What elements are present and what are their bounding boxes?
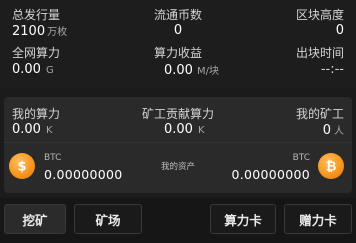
hashrate-income-value: 0.00 M/块 [164,62,219,78]
my-hashrate-label: 我的算力 [12,107,61,121]
tab-hashrate-card[interactable]: 算力卡 [210,204,276,234]
asset-right-value: 0.00000000 [231,167,310,182]
panel-divider [4,142,352,143]
circulating-label: 流通币数 [153,8,202,22]
hashrate-income-label: 算力收益 [153,46,202,60]
my-miners-label: 我的矿工 [295,107,344,121]
tab-farm[interactable]: 矿场 [74,204,142,234]
svg-text:$: $ [17,160,26,175]
total-issued-value: 2100 万枚 [12,23,67,39]
total-issued-label: 总发行量 [12,8,61,22]
block-height-value: 0 [335,23,344,38]
hashrate-income-number: 0.00 [164,63,193,78]
my-miners-number: 0 [322,123,331,138]
tab-mine[interactable]: 挖矿 [4,204,66,234]
asset-right-currency: BTC [292,153,310,163]
network-hashrate-unit: G [45,65,54,76]
my-hashrate-unit: K [45,125,53,136]
bitcoin-icon: $ [9,153,35,179]
tab-gift-card[interactable]: 赠力卡 [284,204,352,234]
my-miners-unit: 人 [334,126,344,137]
network-hashrate-value: 0.00 G [12,62,54,77]
network-hashrate-number: 0.00 [12,62,41,77]
my-assets-label: 我的资产 [160,162,195,172]
contrib-hashrate-number: 0.00 [164,122,193,137]
bitcoin-icon: ₿ [318,153,344,179]
svg-text:₿: ₿ [326,160,337,175]
asset-left-value: 0.00000000 [44,167,123,182]
hashrate-income-unit: M/块 [196,66,219,77]
total-issued-number: 2100 [12,24,46,39]
block-time-value: --:-- [320,62,344,77]
block-time-label: 出块时间 [295,46,344,60]
my-hashrate-number: 0.00 [12,122,41,137]
contrib-hashrate-value: 0.00 K [164,122,205,137]
my-hashrate-value: 0.00 K [12,122,53,137]
network-hashrate-label: 全网算力 [12,46,61,60]
block-height-label: 区块高度 [295,8,344,22]
total-issued-unit: 万枚 [47,27,68,38]
contrib-hashrate-label: 矿工贡献算力 [141,107,214,121]
circulating-value: 0 [173,23,183,38]
my-miners-value: 0人 [323,122,344,138]
contrib-hashrate-unit: K [197,125,205,136]
asset-left-currency: BTC [44,153,62,163]
